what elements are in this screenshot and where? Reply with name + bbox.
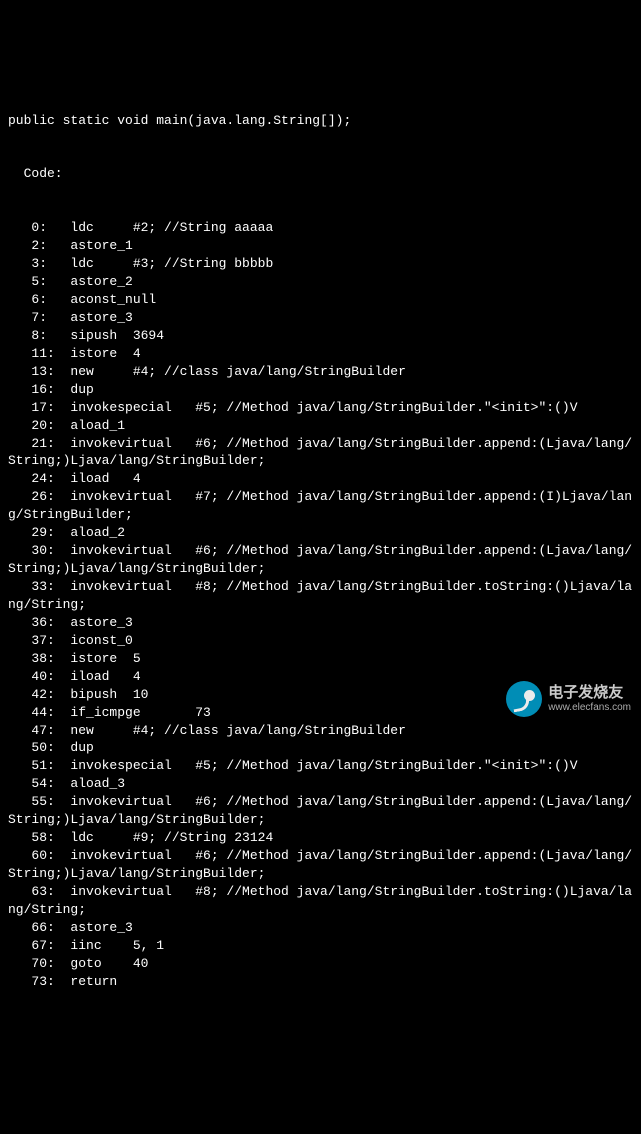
bytecode-line: 66: astore_3 <box>8 919 633 937</box>
bytecode-line: 0: ldc #2; //String aaaaa <box>8 219 633 237</box>
bytecode-line: 21: invokevirtual #6; //Method java/lang… <box>8 435 633 471</box>
bytecode-line: 17: invokespecial #5; //Method java/lang… <box>8 399 633 417</box>
bytecode-line: 20: aload_1 <box>8 417 633 435</box>
bytecode-line: 44: if_icmpge 73 <box>8 704 633 722</box>
bytecode-line: 8: sipush 3694 <box>8 327 633 345</box>
bytecode-line: 7: astore_3 <box>8 309 633 327</box>
bytecode-line: 24: iload 4 <box>8 470 633 488</box>
bytecode-line: 40: iload 4 <box>8 668 633 686</box>
bytecode-line: 33: invokevirtual #8; //Method java/lang… <box>8 578 633 614</box>
bytecode-listing: public static void main(java.lang.String… <box>8 76 633 1009</box>
method-signature: public static void main(java.lang.String… <box>8 112 633 130</box>
bytecode-line: 36: astore_3 <box>8 614 633 632</box>
bytecode-line: 2: astore_1 <box>8 237 633 255</box>
bytecode-line: 58: ldc #9; //String 23124 <box>8 829 633 847</box>
bytecode-line: 55: invokevirtual #6; //Method java/lang… <box>8 793 633 829</box>
bytecode-line: 54: aload_3 <box>8 775 633 793</box>
bytecode-line: 26: invokevirtual #7; //Method java/lang… <box>8 488 633 524</box>
bytecode-line: 42: bipush 10 <box>8 686 633 704</box>
bytecode-line: 5: astore_2 <box>8 273 633 291</box>
bytecode-line: 37: iconst_0 <box>8 632 633 650</box>
bytecode-line: 60: invokevirtual #6; //Method java/lang… <box>8 847 633 883</box>
bytecode-line: 13: new #4; //class java/lang/StringBuil… <box>8 363 633 381</box>
bytecode-line: 11: istore 4 <box>8 345 633 363</box>
bytecode-line: 30: invokevirtual #6; //Method java/lang… <box>8 542 633 578</box>
code-label: Code: <box>8 165 633 183</box>
bytecode-line: 16: dup <box>8 381 633 399</box>
bytecode-lines: 0: ldc #2; //String aaaaa 2: astore_1 3:… <box>8 219 633 990</box>
bytecode-line: 63: invokevirtual #8; //Method java/lang… <box>8 883 633 919</box>
bytecode-line: 47: new #4; //class java/lang/StringBuil… <box>8 722 633 740</box>
bytecode-line: 29: aload_2 <box>8 524 633 542</box>
bytecode-line: 51: invokespecial #5; //Method java/lang… <box>8 757 633 775</box>
bytecode-line: 38: istore 5 <box>8 650 633 668</box>
bytecode-line: 73: return <box>8 973 633 991</box>
bytecode-line: 70: goto 40 <box>8 955 633 973</box>
bytecode-line: 6: aconst_null <box>8 291 633 309</box>
bytecode-line: 67: iinc 5, 1 <box>8 937 633 955</box>
bytecode-line: 3: ldc #3; //String bbbbb <box>8 255 633 273</box>
bytecode-line: 50: dup <box>8 739 633 757</box>
